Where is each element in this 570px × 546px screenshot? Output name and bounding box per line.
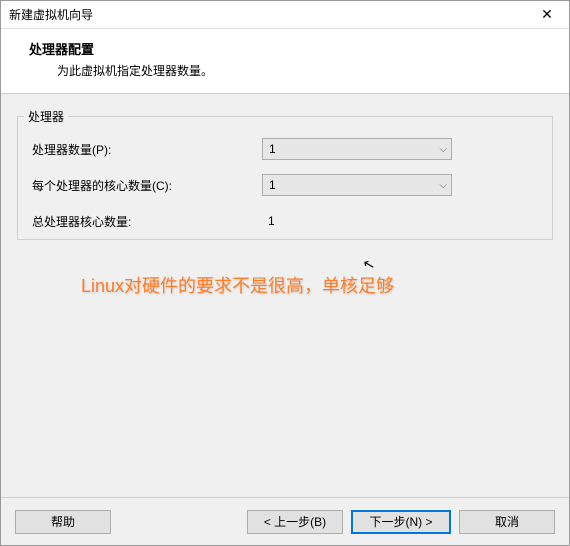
cursor-icon: ↖ (361, 255, 377, 274)
cancel-button-label: 取消 (495, 513, 519, 530)
processor-count-label: 处理器数量(P): (32, 141, 262, 158)
help-button-label: 帮助 (51, 513, 75, 530)
cores-per-control: 1 ⌵ (262, 174, 452, 196)
chevron-down-icon: ⌵ (439, 144, 447, 155)
cores-per-label: 每个处理器的核心数量(C): (32, 177, 262, 194)
content-area: 处理器 处理器数量(P): 1 ⌵ 每个处理器的核心数量(C): (1, 94, 569, 497)
cores-per-value: 1 (269, 178, 276, 192)
row-cores-per-processor: 每个处理器的核心数量(C): 1 ⌵ (32, 167, 538, 203)
titlebar: 新建虚拟机向导 ✕ (1, 1, 569, 29)
total-cores-label: 总处理器核心数量: (32, 213, 262, 230)
group-legend: 处理器 (24, 108, 68, 125)
next-button-label: 下一步(N) > (369, 513, 432, 530)
processor-count-select[interactable]: 1 ⌵ (262, 138, 452, 160)
footer-buttons: 帮助 < 上一步(B) 下一步(N) > 取消 (1, 497, 569, 545)
window-title: 新建虚拟机向导 (9, 6, 93, 23)
total-cores-value: 1 (262, 214, 275, 228)
close-icon: ✕ (541, 6, 553, 23)
page-subtitle: 为此虚拟机指定处理器数量。 (29, 62, 549, 79)
help-button[interactable]: 帮助 (15, 510, 111, 534)
processor-count-control: 1 ⌵ (262, 138, 452, 160)
chevron-down-icon: ⌵ (439, 180, 447, 191)
annotation-text: Linux对硬件的要求不是很高，单核足够 (81, 272, 394, 298)
row-total-cores: 总处理器核心数量: 1 (32, 203, 538, 239)
close-button[interactable]: ✕ (525, 1, 569, 28)
next-button[interactable]: 下一步(N) > (351, 510, 451, 534)
cancel-button[interactable]: 取消 (459, 510, 555, 534)
wizard-window: 新建虚拟机向导 ✕ 处理器配置 为此虚拟机指定处理器数量。 处理器 处理器数量(… (0, 0, 570, 546)
group-rows: 处理器数量(P): 1 ⌵ 每个处理器的核心数量(C): 1 ⌵ (18, 125, 552, 247)
total-cores-control: 1 (262, 214, 452, 228)
row-processor-count: 处理器数量(P): 1 ⌵ (32, 131, 538, 167)
back-button[interactable]: < 上一步(B) (247, 510, 343, 534)
processor-group: 处理器 处理器数量(P): 1 ⌵ 每个处理器的核心数量(C): (17, 108, 553, 240)
processor-count-value: 1 (269, 142, 276, 156)
wizard-header: 处理器配置 为此虚拟机指定处理器数量。 (1, 29, 569, 94)
cores-per-select[interactable]: 1 ⌵ (262, 174, 452, 196)
back-button-label: < 上一步(B) (264, 513, 326, 530)
page-title: 处理器配置 (29, 39, 549, 58)
